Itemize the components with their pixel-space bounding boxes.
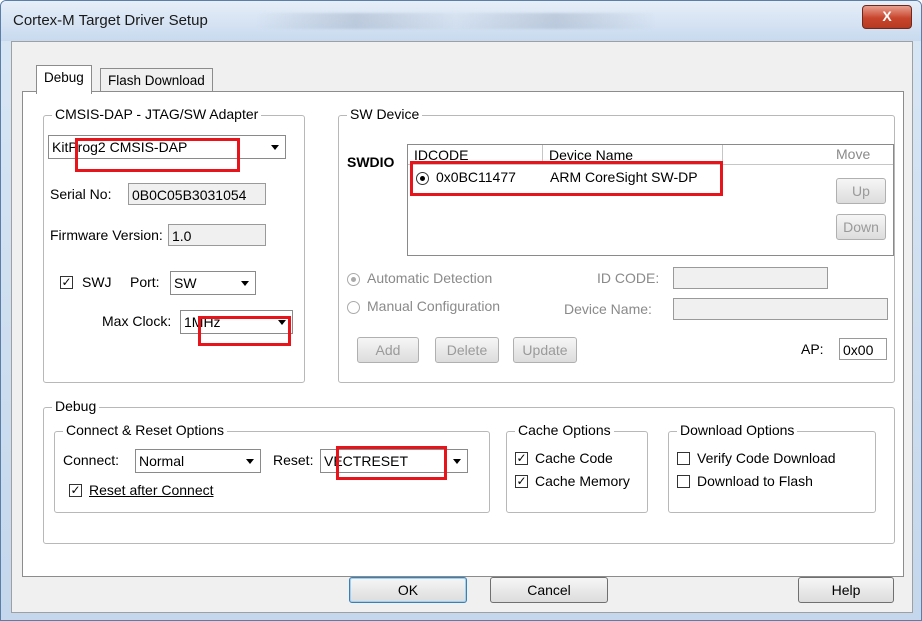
device-row-name[interactable]: ARM CoreSight SW-DP	[550, 169, 698, 185]
debug-options-group-label: Debug	[52, 398, 100, 414]
cache-options-group-label: Cache Options	[515, 422, 614, 438]
reset-select[interactable]: VECTRESET	[320, 449, 468, 473]
cache-code-label: Cache Code	[535, 450, 613, 466]
adapter-group-label: CMSIS-DAP - JTAG/SW Adapter	[52, 106, 262, 122]
move-down-button[interactable]: Down	[836, 214, 886, 240]
cancel-button[interactable]: Cancel	[490, 577, 608, 603]
adapter-select[interactable]: KitProg2 CMSIS-DAP	[48, 135, 286, 159]
maxclock-select-value: 1MHz	[184, 314, 221, 330]
cache-memory-label: Cache Memory	[535, 473, 630, 489]
port-select[interactable]: SW	[170, 271, 256, 295]
sw-device-group: SW Device SWDIO IDCODE Device Name 0x0BC…	[338, 106, 895, 383]
ap-field[interactable]: 0x00	[839, 338, 887, 360]
column-header-device-name[interactable]: Device Name	[543, 145, 723, 165]
download-to-flash-checkbox[interactable]	[677, 475, 690, 488]
column-header-idcode[interactable]: IDCODE	[408, 145, 543, 165]
download-options-group-label: Download Options	[677, 422, 798, 438]
delete-button[interactable]: Delete	[435, 337, 499, 363]
swj-label: SWJ	[82, 274, 112, 290]
sw-device-table: IDCODE Device Name 0x0BC11477 ARM CoreSi…	[407, 144, 894, 256]
reset-select-value: VECTRESET	[324, 453, 409, 469]
chevron-down-icon	[239, 450, 260, 472]
connect-label: Connect:	[63, 452, 120, 468]
check-icon: ✓	[516, 451, 527, 465]
adapter-select-value: KitProg2 CMSIS-DAP	[52, 139, 188, 155]
device-name-field[interactable]	[673, 298, 888, 320]
verify-code-download-label: Verify Code Download	[697, 450, 836, 466]
connect-reset-group-label: Connect & Reset Options	[63, 422, 227, 438]
tab-flash-download-label: Flash Download	[108, 73, 205, 88]
id-code-label: ID CODE:	[597, 270, 660, 286]
auto-detect-label: Automatic Detection	[367, 270, 493, 286]
cache-options-group: Cache Options ✓ Cache Code ✓ Cache Memor…	[506, 422, 648, 513]
debug-tab-panel: CMSIS-DAP - JTAG/SW Adapter KitProg2 CMS…	[22, 91, 904, 577]
close-icon: X	[882, 8, 892, 24]
download-options-group: Download Options Verify Code Download Do…	[668, 422, 876, 513]
dialog-client-area: Debug Flash Download CMSIS-DAP - JTAG/SW…	[11, 41, 913, 613]
sw-device-group-label: SW Device	[347, 106, 423, 122]
serial-label: Serial No:	[50, 186, 112, 202]
tab-debug[interactable]: Debug	[36, 65, 92, 94]
port-label: Port:	[130, 274, 160, 290]
connect-select[interactable]: Normal	[135, 449, 261, 473]
adapter-group: CMSIS-DAP - JTAG/SW Adapter KitProg2 CMS…	[43, 106, 305, 383]
title-bar: Cortex-M Target Driver Setup X	[1, 1, 921, 41]
swj-checkbox[interactable]: ✓	[60, 276, 73, 289]
device-name-label: Device Name:	[564, 301, 652, 317]
connect-select-value: Normal	[139, 453, 185, 469]
firmware-field: 1.0	[168, 224, 266, 246]
close-button[interactable]: X	[862, 5, 912, 29]
cache-code-checkbox[interactable]: ✓	[515, 452, 528, 465]
download-to-flash-label: Download to Flash	[697, 473, 813, 489]
serial-field: 0B0C05B3031054	[128, 183, 266, 205]
id-code-field[interactable]	[673, 267, 828, 289]
check-icon: ✓	[61, 275, 72, 289]
ok-button[interactable]: OK	[349, 577, 467, 603]
chevron-down-icon	[271, 311, 292, 333]
chevron-down-icon	[446, 450, 467, 472]
chevron-down-icon	[234, 272, 255, 294]
dialog-window: Cortex-M Target Driver Setup X Debug Fla…	[0, 0, 922, 621]
move-up-button[interactable]: Up	[836, 178, 886, 204]
debug-options-group: Debug Connect & Reset Options Connect: N…	[43, 398, 895, 544]
verify-code-download-checkbox[interactable]	[677, 452, 690, 465]
cache-memory-checkbox[interactable]: ✓	[515, 475, 528, 488]
auto-detect-radio[interactable]	[347, 273, 360, 286]
chevron-down-icon	[264, 136, 285, 158]
move-label: Move	[836, 146, 871, 162]
add-button[interactable]: Add	[357, 337, 419, 363]
manual-config-label: Manual Configuration	[367, 298, 501, 314]
firmware-label: Firmware Version:	[50, 227, 163, 243]
ap-label: AP:	[801, 341, 824, 357]
swdio-label: SWDIO	[347, 154, 395, 170]
check-icon: ✓	[70, 483, 81, 497]
reset-label: Reset:	[273, 452, 314, 468]
reset-after-connect-label: Reset after Connect	[89, 482, 214, 498]
reset-after-connect-checkbox[interactable]: ✓	[69, 484, 82, 497]
maxclock-select[interactable]: 1MHz	[180, 310, 293, 334]
connect-reset-group: Connect & Reset Options Connect: Normal …	[54, 422, 490, 513]
update-button[interactable]: Update	[513, 337, 577, 363]
port-select-value: SW	[174, 275, 197, 291]
maxclock-label: Max Clock:	[102, 313, 172, 329]
tab-flash-download[interactable]: Flash Download	[100, 68, 213, 93]
device-row-idcode[interactable]: 0x0BC11477	[436, 169, 516, 185]
tab-debug-label: Debug	[44, 70, 84, 85]
check-icon: ✓	[516, 474, 527, 488]
manual-config-radio[interactable]	[347, 301, 360, 314]
window-title: Cortex-M Target Driver Setup	[13, 12, 208, 29]
help-button[interactable]: Help	[798, 577, 894, 603]
background-window-titles	[256, 13, 656, 29]
device-row-radio[interactable]	[416, 172, 429, 185]
